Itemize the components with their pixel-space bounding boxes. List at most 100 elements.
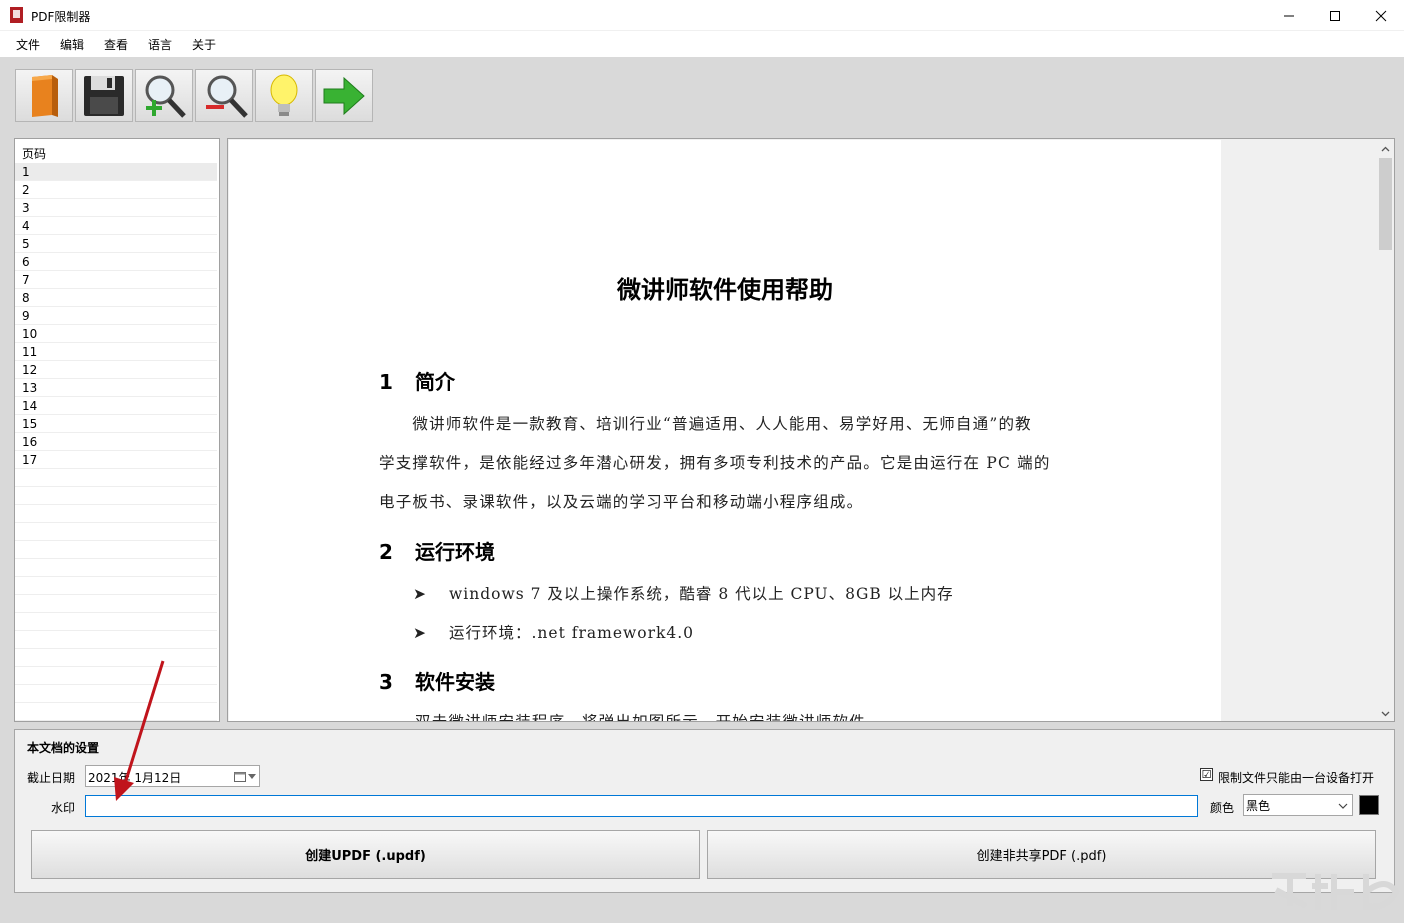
color-swatch-button[interactable]	[1359, 795, 1379, 815]
menu-edit[interactable]: 编辑	[60, 36, 84, 53]
page-list-item[interactable]: 8	[15, 289, 217, 307]
menu-view[interactable]: 查看	[104, 36, 128, 53]
close-icon	[1375, 10, 1387, 21]
color-select-value: 黑色	[1246, 799, 1271, 813]
maximize-icon	[1330, 10, 1340, 21]
bullet-item: ➤ windows 7 及以上操作系统，酷睿 8 代以上 CPU、8GB 以上内存	[413, 582, 954, 604]
scroll-thumb[interactable]	[1379, 158, 1392, 250]
menu-language[interactable]: 语言	[148, 36, 172, 53]
bullet-arrow-icon: ➤	[413, 585, 427, 603]
menu-bar: 文件 编辑 查看 语言 关于	[0, 31, 1404, 57]
limit-device-checkbox[interactable]: ☑	[1200, 768, 1213, 781]
page-list-empty-row	[15, 505, 217, 523]
bullet-text: windows 7 及以上操作系统，酷睿 8 代以上 CPU、8GB 以上内存	[449, 585, 954, 603]
page-list-empty-row	[15, 559, 217, 577]
page-list-item[interactable]: 1	[15, 163, 217, 181]
page-list-empty-row	[15, 631, 217, 649]
open-button[interactable]	[15, 69, 73, 122]
paragraph-line: 学支撑软件，是依能经过多年潜心研发，拥有多项专利技术的产品。它是由运行在 PC …	[379, 454, 1051, 472]
watermark-input[interactable]	[85, 795, 1198, 817]
arrow-right-icon	[323, 76, 365, 115]
zoom-in-icon	[145, 75, 186, 118]
create-updf-button[interactable]: 创建UPDF (.updf)	[31, 830, 700, 879]
doc-title: 微讲师软件使用帮助	[617, 276, 833, 304]
page-list-header: 页码	[22, 147, 47, 161]
page-list-item[interactable]: 2	[15, 181, 217, 199]
page-list-item[interactable]: 5	[15, 235, 217, 253]
zoom-out-button[interactable]	[195, 69, 253, 122]
page-list[interactable]: 页码 1 2 3 4 5 6 7 8 9 10 11 12 13 14 15 16 17	[14, 138, 220, 722]
scroll-up-button[interactable]	[1376, 140, 1394, 157]
page-list-item[interactable]: 3	[15, 199, 217, 217]
paragraph-line: 微讲师软件是一款教育、培训行业“普遍适用、人人能用、易学好用、无师自通”的教	[379, 415, 1032, 433]
page-list-empty-row	[15, 523, 217, 541]
section-title: 软件安装	[415, 670, 495, 694]
menu-about[interactable]: 关于	[192, 36, 216, 53]
page-list-item[interactable]: 10	[15, 325, 217, 343]
page-list-item[interactable]: 11	[15, 343, 217, 361]
annotation-arrow-icon	[114, 660, 165, 801]
zoom-out-icon	[206, 75, 248, 118]
section-number: 1	[379, 370, 393, 394]
color-select[interactable]: 黑色	[1243, 794, 1353, 816]
bullet-item: ➤ 运行环境：.net framework4.0	[413, 621, 694, 643]
page-list-empty-row	[15, 613, 217, 631]
chevron-up-icon	[1381, 146, 1389, 151]
lightbulb-icon	[270, 74, 298, 116]
save-disk-icon	[84, 75, 124, 116]
tips-button[interactable]	[255, 69, 313, 122]
page-list-item[interactable]: 6	[15, 253, 217, 271]
section-title: 简介	[415, 370, 455, 394]
paragraph-line: 电子板书、录课软件，以及云端的学习平台和移动端小程序组成。	[379, 493, 864, 511]
next-button[interactable]	[315, 69, 373, 122]
scroll-down-button[interactable]	[1376, 705, 1394, 721]
expiry-label: 截止日期	[27, 771, 76, 785]
chevron-down-icon	[1338, 803, 1348, 809]
zoom-in-button[interactable]	[135, 69, 193, 122]
page-list-item[interactable]: 17	[15, 451, 217, 469]
settings-title: 本文档的设置	[27, 741, 100, 755]
bullet-arrow-icon: ➤	[413, 624, 427, 642]
page-list-item[interactable]: 15	[15, 415, 217, 433]
calendar-icon	[234, 771, 246, 782]
section-number: 3	[379, 670, 393, 694]
page-list-item[interactable]: 4	[15, 217, 217, 235]
section-title: 运行环境	[415, 540, 495, 564]
page-list-item[interactable]: 16	[15, 433, 217, 451]
page-list-item[interactable]: 12	[15, 361, 217, 379]
color-label: 颜色	[1210, 801, 1235, 815]
page-list-item[interactable]: 7	[15, 271, 217, 289]
page-list-item[interactable]: 9	[15, 307, 217, 325]
section-number: 2	[379, 540, 393, 564]
page-list-empty-row	[15, 541, 217, 559]
section-heading: 2 运行环境	[379, 536, 495, 565]
vertical-scrollbar[interactable]	[1376, 140, 1394, 721]
minimize-icon	[1284, 15, 1294, 16]
save-button[interactable]	[75, 69, 133, 122]
limit-device-label: 限制文件只能由一台设备打开	[1218, 771, 1375, 785]
page-list-empty-row	[15, 487, 217, 505]
calendar-dropdown[interactable]	[234, 769, 256, 783]
paragraph-line: 双击微讲师安装程序，将弹出如图所示，开始安装微讲师软件。	[415, 713, 883, 722]
document-settings-group: 本文档的设置 截止日期 2021年 1月12日 ☑ 限制文件只能由一台设备打开 …	[14, 729, 1395, 893]
page-list-item[interactable]: 13	[15, 379, 217, 397]
app-pdf-icon	[10, 7, 23, 23]
pdf-page: 微讲师软件使用帮助 1 简介 微讲师软件是一款教育、培训行业“普遍适用、人人能用、…	[229, 140, 1221, 722]
window-title: PDF限制器	[31, 10, 91, 24]
menu-file[interactable]: 文件	[16, 36, 40, 53]
page-list-empty-row	[15, 469, 217, 487]
page-list-empty-row	[15, 595, 217, 613]
page-list-item[interactable]: 14	[15, 397, 217, 415]
section-heading: 3 软件安装	[379, 666, 495, 695]
watermark-label: 水印	[51, 801, 76, 815]
document-view[interactable]: 微讲师软件使用帮助 1 简介 微讲师软件是一款教育、培训行业“普遍适用、人人能用、…	[227, 138, 1395, 722]
page-list-empty-row	[15, 577, 217, 595]
chevron-down-icon	[1381, 711, 1389, 716]
close-button[interactable]	[1358, 0, 1404, 31]
minimize-button[interactable]	[1266, 0, 1312, 31]
site-logo-icon	[1272, 873, 1400, 910]
maximize-button[interactable]	[1312, 0, 1358, 31]
bullet-text: 运行环境：.net framework4.0	[449, 624, 695, 642]
chevron-down-icon	[248, 773, 256, 779]
section-heading: 1 简介	[379, 366, 455, 395]
